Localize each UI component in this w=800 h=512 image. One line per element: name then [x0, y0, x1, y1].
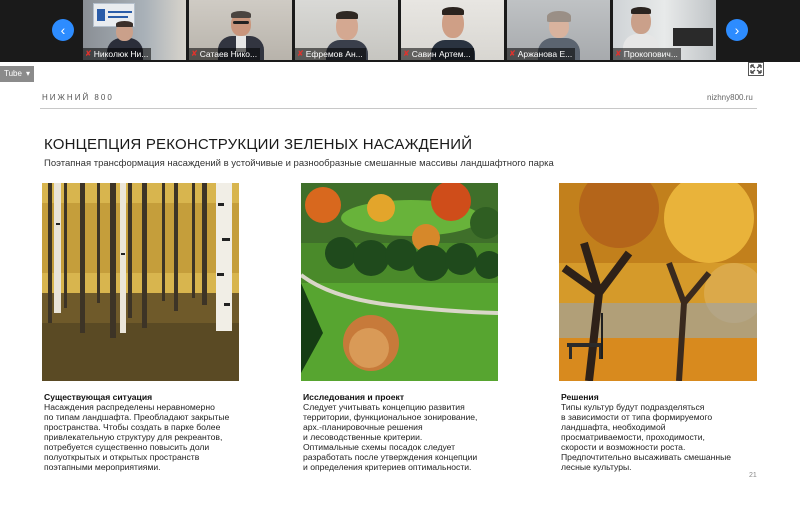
mic-muted-icon: ✘ — [509, 49, 516, 58]
mic-muted-icon: ✘ — [85, 49, 92, 58]
participant-name-tag: ✘ Прокопович... — [613, 48, 681, 60]
previous-page-button[interactable]: ‹ — [52, 19, 74, 41]
column-line: лесные культуры. — [561, 462, 632, 472]
photo-birch-forest — [42, 183, 239, 381]
page-number: 21 — [749, 472, 757, 479]
column-line: просматриваемости, проходимости, — [561, 432, 705, 442]
text-column-solutions: Решения Типы культур будут подразделятьс… — [561, 392, 776, 472]
participant-name-tag: ✘ Ефремов Ан... — [295, 48, 366, 60]
participant-tile-1[interactable]: ✘ Николюк Ни... — [83, 0, 186, 60]
column-heading: Исследования и проект — [303, 392, 405, 402]
column-line: Оптимальные схемы посадок следует — [303, 442, 456, 452]
text-column-research-project: Исследования и проект Следует учитывать … — [303, 392, 518, 472]
mic-muted-icon: ✘ — [297, 49, 304, 58]
column-line: и лесоводственные критерии. — [303, 432, 423, 442]
column-line: полуоткрытых и открытых пространств — [44, 452, 200, 462]
shared-screen: Tube ▾ НИЖНИЙ 800 nizhny800.ru КОНЦЕПЦИЯ… — [0, 62, 800, 512]
divider — [40, 108, 757, 109]
chevron-right-icon: › — [734, 22, 740, 38]
column-heading: Решения — [561, 392, 599, 402]
mic-muted-icon: ✘ — [191, 49, 198, 58]
mic-muted-icon: ✘ — [403, 49, 410, 58]
expand-icon[interactable] — [748, 62, 764, 76]
slide-url: nizhny800.ru — [707, 93, 753, 102]
column-line: потребуется существенно повысить доли — [44, 442, 210, 452]
participant-name-tag: ✘ Сатаев Нико... — [189, 48, 261, 60]
participant-name-tag: ✘ Савин Артем... — [401, 48, 474, 60]
column-line: разработать после утверждения концепции — [303, 452, 478, 462]
column-line: привлекательную структуру для рекреантов… — [44, 432, 223, 442]
column-line: Типы культур будут подразделяться — [561, 402, 705, 412]
column-line: территории, функциональное зонирование, — [303, 412, 478, 422]
column-line: Следует учитывать концепцию развития — [303, 402, 465, 412]
column-line: ландшафта, необходимой — [561, 422, 666, 432]
monitor-in-background — [673, 28, 713, 46]
participant-tile-3[interactable]: ✘ Ефремов Ан... — [295, 0, 398, 60]
caret-down-icon: ▾ — [25, 69, 30, 78]
slide-subtitle: Поэтапная трансформация насаждений в уст… — [44, 158, 554, 169]
photo-park-aerial — [301, 183, 498, 381]
participant-tile-5[interactable]: ✘ Аржанова Е... — [507, 0, 610, 60]
slide-title: КОНЦЕПЦИЯ РЕКОНСТРУКЦИИ ЗЕЛЕНЫХ НАСАЖДЕН… — [44, 136, 473, 153]
column-line: и определения критериев оптимальности. — [303, 462, 472, 472]
chevron-left-icon: ‹ — [60, 22, 66, 38]
participant-name-tag: ✘ Николюк Ни... — [83, 48, 152, 60]
column-line: пространства. Чтобы создать в парке боле… — [44, 422, 221, 432]
column-heading: Существующая ситуация — [44, 392, 153, 402]
text-column-existing-situation: Существующая ситуация Насаждения распред… — [44, 392, 259, 472]
participant-name-tag: ✘ Аржанова Е... — [507, 48, 576, 60]
youtube-tab[interactable]: Tube ▾ — [0, 66, 34, 82]
column-line: по типам ландшафта. Преобладают закрытые — [44, 412, 230, 422]
participant-tile-4[interactable]: ✘ Савин Артем... — [401, 0, 504, 60]
column-line: Предпочтительно высаживать смешанные — [561, 452, 732, 462]
participant-strip: ‹ ✘ Николюк Ни... ✘ Сатаев Нико... ✘ Ефр… — [0, 0, 800, 62]
photo-autumn-alley — [559, 183, 757, 381]
slide-brand: НИЖНИЙ 800 — [42, 93, 114, 102]
mic-muted-icon: ✘ — [615, 49, 622, 58]
column-line: в зависимости от типа формируемого — [561, 412, 713, 422]
column-line: Насаждения распределены неравномерно — [44, 402, 215, 412]
participant-tile-6[interactable]: ✘ Прокопович... — [613, 0, 716, 60]
next-page-button[interactable]: › — [726, 19, 748, 41]
column-line: скорости и возможности роста. — [561, 442, 686, 452]
participant-tile-2[interactable]: ✘ Сатаев Нико... — [189, 0, 292, 60]
column-line: арх.-планировочные решения — [303, 422, 423, 432]
column-line: поэтапными мероприятиями. — [44, 462, 161, 472]
